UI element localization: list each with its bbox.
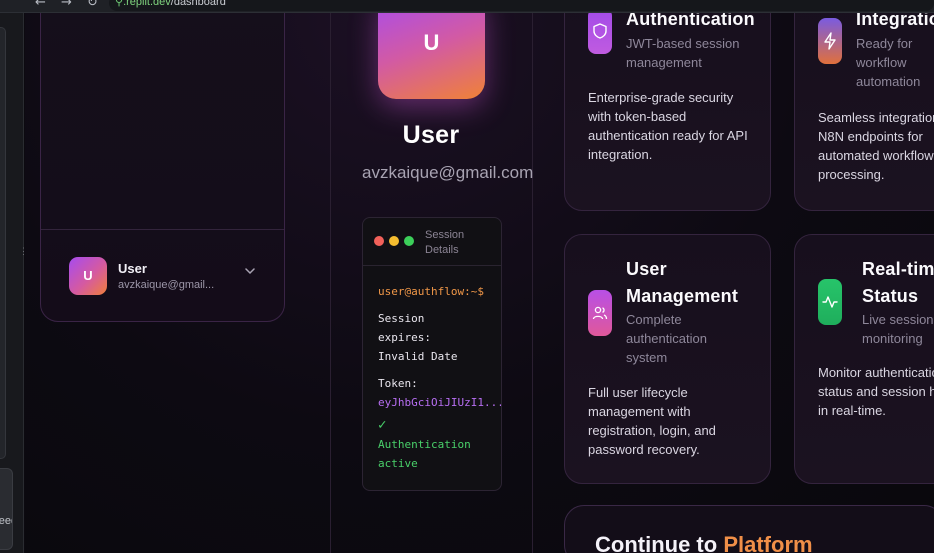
cta-text-accent: Platform	[723, 532, 813, 553]
sidebar-divider	[41, 229, 284, 230]
feature-description: Seamless integration with N8N endpoints …	[818, 110, 934, 182]
terminal-header: Session Details	[363, 218, 501, 266]
shield-icon	[588, 13, 612, 54]
feature-card-real-time-status: Real-time Status Live session monitoring…	[794, 234, 934, 484]
back-icon[interactable]: ←	[35, 0, 46, 10]
terminal-body: user@authflow:~$ Session expires: Invali…	[363, 266, 501, 473]
token-label: Token:	[378, 377, 418, 390]
feature-title: Real-time Status	[862, 259, 934, 306]
outer-panel	[0, 27, 6, 459]
feature-subtitle: Ready for workflow automation	[856, 36, 921, 89]
continue-card[interactable]: Continue to Platform	[564, 505, 934, 553]
sidebar-user-email: avzkaique@gmail...	[118, 279, 215, 291]
feature-description: Enterprise-grade security with token-bas…	[588, 90, 748, 162]
feature-subtitle: JWT-based session management	[626, 36, 740, 70]
feature-subtitle: Complete authentication system	[626, 312, 707, 365]
outer-sidebar: ⋮ Feedback	[0, 13, 28, 553]
feedback-button[interactable]: Feedback	[0, 468, 13, 550]
expires-value: Invalid Date	[378, 350, 458, 363]
session-details-panel: Session Details user@authflow:~$ Session…	[362, 217, 502, 491]
activity-icon	[818, 279, 842, 325]
column-divider	[330, 13, 331, 553]
feature-description: Monitor authentication status and sessio…	[818, 365, 934, 418]
reload-icon[interactable]: ↻	[87, 0, 98, 10]
feature-title: Authentication	[626, 13, 755, 29]
profile-email: avzkaique@gmail.com	[362, 163, 534, 182]
expires-label: Session	[378, 312, 425, 325]
dashboard: U User avzkaique@gmail... U User avzkaiq…	[25, 13, 934, 553]
maximize-dot-icon	[404, 236, 414, 246]
browser-toolbar: ← → ↻ ⚲.replit.dev/dashboard	[0, 0, 934, 13]
users-icon	[588, 290, 612, 336]
close-dot-icon	[374, 236, 384, 246]
check-icon: ✓	[378, 417, 387, 433]
feature-title: Integration	[856, 13, 934, 29]
token-value: eyJhbGciOiJIUzI1...	[378, 396, 502, 409]
feature-title: User Management	[626, 259, 739, 306]
url-path: /dashboard	[170, 0, 226, 8]
feature-subtitle: Live session monitoring	[862, 312, 934, 346]
feature-card-authentication: Authentication JWT-based session managem…	[564, 13, 771, 211]
sidebar: U User avzkaique@gmail...	[40, 13, 285, 322]
link-icon: ⚲	[115, 0, 124, 8]
feature-card-user-management: User Management Complete authentication …	[564, 234, 771, 484]
minimize-dot-icon	[389, 236, 399, 246]
address-bar[interactable]: ⚲.replit.dev/dashboard	[109, 0, 934, 11]
lightning-icon	[818, 18, 842, 64]
profile-avatar: U	[378, 13, 485, 99]
cta-text-main: Continue to	[595, 532, 718, 553]
continue-to-platform-heading[interactable]: Continue to Platform	[595, 532, 813, 553]
expires-label-2: expires:	[378, 331, 431, 344]
sidebar-user-name: User	[118, 261, 147, 276]
chevron-down-icon[interactable]	[244, 265, 256, 277]
terminal-prompt: user@authflow:~$	[378, 285, 484, 298]
feature-description: Full user lifecycle management with regi…	[588, 385, 716, 457]
feature-card-integration: Integration Ready for workflow automatio…	[794, 13, 934, 211]
profile-name: User	[402, 121, 460, 149]
feedback-label: Feedback	[0, 515, 12, 527]
auth-status-line-2: active	[378, 457, 418, 470]
avatar[interactable]: U	[69, 257, 107, 295]
url-host: .replit.dev	[123, 0, 171, 8]
forward-icon[interactable]: →	[61, 0, 72, 10]
session-title: Session Details	[425, 229, 465, 256]
column-divider	[532, 13, 533, 553]
auth-status-line-1: Authentication	[378, 438, 471, 451]
